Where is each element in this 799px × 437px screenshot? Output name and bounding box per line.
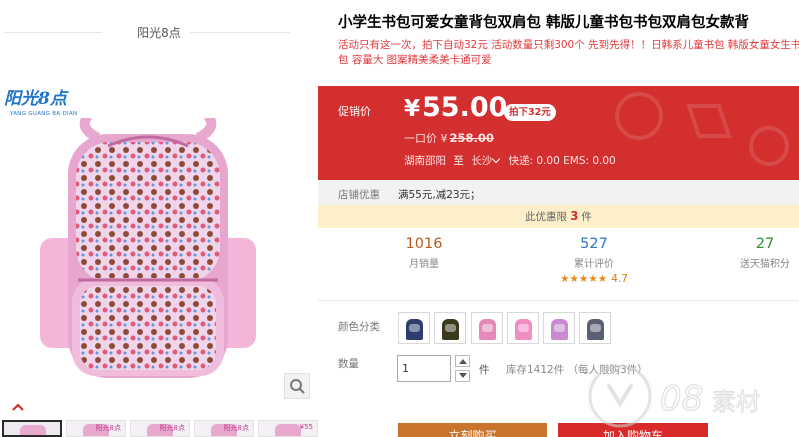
product-gallery: 阳光8点 阳光8点 YANG GUANG BA DIAN 阳光8点 阳光8点 阳… bbox=[0, 0, 318, 437]
chevron-down-icon[interactable] bbox=[491, 154, 501, 164]
thumbnail[interactable]: 阳光8点 bbox=[194, 420, 254, 437]
discount-badge: 拍下32元 bbox=[504, 104, 556, 121]
color-swatch[interactable] bbox=[471, 312, 503, 344]
color-swatch[interactable] bbox=[543, 312, 575, 344]
divider bbox=[4, 32, 102, 33]
rating-score: 4.7 bbox=[611, 273, 628, 285]
caret-up-icon bbox=[459, 359, 467, 364]
quantity-decrease-button[interactable] bbox=[455, 370, 470, 382]
product-title: 小学生书包可爱女童背包双肩包 韩版儿童书包书包双肩包女款背 bbox=[338, 15, 750, 31]
color-swatch[interactable] bbox=[398, 312, 430, 344]
monthly-sales: 1016 月销量 bbox=[369, 236, 479, 270]
shipping-cost: 快递: 0.00 EMS: 0.00 bbox=[508, 155, 616, 167]
thumbnail[interactable]: 阳光8点 bbox=[66, 420, 126, 437]
thumbnail[interactable]: ¥55 bbox=[258, 420, 318, 437]
brand-name[interactable]: 阳光8点 bbox=[131, 26, 187, 40]
brand-logo: 阳光8点 YANG GUANG BA DIAN bbox=[4, 84, 94, 120]
purchase-limit-banner: 此优惠限 3 件 bbox=[318, 205, 799, 228]
thumbnail-strip: 阳光8点 阳光8点 阳光8点 ¥55 bbox=[0, 420, 318, 437]
caret-down-icon bbox=[459, 373, 467, 378]
quantity-increase-button[interactable] bbox=[455, 355, 470, 367]
thumbnail[interactable] bbox=[2, 420, 62, 437]
ship-city-select[interactable]: 长沙 bbox=[471, 155, 492, 167]
review-count[interactable]: 527 bbox=[539, 236, 649, 252]
limit-prefix: 此优惠限 bbox=[525, 211, 568, 223]
price-panel: 促销价 ¥55.00 拍下32元 一口价 ¥258.00 湖南邵阳 至 长沙 快… bbox=[318, 86, 799, 180]
thumbnail[interactable]: 阳光8点 bbox=[130, 420, 190, 437]
sales-label: 月销量 bbox=[409, 259, 439, 270]
product-stats: 1016 月销量 527 累计评价 ★★★★★ 4.7 27 送天猫积分 bbox=[318, 236, 799, 296]
color-swatch[interactable] bbox=[579, 312, 611, 344]
thumbnail-label: 阳光8点 bbox=[95, 424, 121, 432]
promo-price-label: 促销价 bbox=[338, 105, 371, 118]
quantity-input[interactable] bbox=[397, 355, 451, 382]
limit-suffix: 件 bbox=[581, 211, 592, 223]
magnifier-icon bbox=[290, 379, 305, 394]
color-swatch[interactable] bbox=[507, 312, 539, 344]
review-label[interactable]: 累计评价 bbox=[539, 255, 649, 270]
points-label: 送天猫积分 bbox=[740, 259, 790, 270]
quantity-unit: 件 bbox=[479, 364, 490, 376]
ship-to-label: 至 bbox=[453, 155, 464, 167]
brand-header: 阳光8点 bbox=[0, 22, 318, 42]
color-label: 颜色分类 bbox=[338, 321, 380, 333]
currency-symbol: ¥ bbox=[404, 96, 421, 122]
product-detail: 小学生书包可爱女童背包双肩包 韩版儿童书包书包双肩包女款背 活动只有这一次，拍下… bbox=[318, 0, 799, 437]
chevron-up-icon[interactable] bbox=[11, 402, 25, 412]
color-swatch[interactable] bbox=[434, 312, 466, 344]
original-price-value: 258.00 bbox=[449, 131, 494, 145]
svg-text:素材: 素材 bbox=[712, 388, 760, 416]
shipping-info: 湖南邵阳 至 长沙 快递: 0.00 EMS: 0.00 bbox=[404, 153, 616, 168]
store-promo-value: 满55元,减23元； bbox=[398, 189, 481, 201]
divider bbox=[318, 300, 799, 301]
thumbnail-label: 阳光8点 bbox=[159, 424, 185, 432]
store-promo: 店铺优惠 满55元,减23元； bbox=[318, 181, 799, 205]
points-count: 27 bbox=[755, 236, 775, 252]
original-price: 一口价 ¥258.00 bbox=[404, 130, 494, 146]
sales-count: 1016 bbox=[405, 236, 443, 252]
star-icon: ★★★★★ bbox=[560, 273, 608, 285]
original-price-label: 一口价 ¥ bbox=[404, 132, 448, 145]
svg-text:08: 08 bbox=[660, 379, 703, 419]
limit-count: 3 bbox=[570, 209, 579, 223]
thumbnail-label: ¥55 bbox=[299, 423, 313, 431]
ship-from: 湖南邵阳 bbox=[404, 155, 446, 167]
product-main-image[interactable] bbox=[38, 118, 258, 390]
product-subtitle: 活动只有这一次，拍下自动32元 活动数量只剩300个 先到先得！！日韩系儿童书包… bbox=[338, 39, 799, 66]
zoom-button[interactable] bbox=[284, 373, 310, 399]
buy-now-button[interactable]: 立刻购买 bbox=[398, 423, 547, 437]
divider bbox=[190, 32, 290, 33]
price-value: 55.00 bbox=[422, 92, 508, 123]
logo-subtext: YANG GUANG BA DIAN bbox=[10, 111, 78, 117]
promo-price: ¥55.00 bbox=[404, 92, 507, 123]
quantity-label: 数量 bbox=[338, 358, 359, 370]
tmall-points: 27 送天猫积分 bbox=[710, 236, 799, 270]
watermark-logo: 08 素材 bbox=[588, 364, 761, 428]
logo-text: 阳光8点 bbox=[4, 89, 67, 109]
rating-stars: ★★★★★ 4.7 bbox=[539, 273, 649, 285]
review-summary[interactable]: 527 累计评价 ★★★★★ 4.7 bbox=[539, 236, 649, 285]
color-options: 颜色分类 bbox=[318, 312, 799, 344]
thumbnail-label: 阳光8点 bbox=[223, 424, 249, 432]
store-promo-label: 店铺优惠 bbox=[338, 189, 380, 201]
